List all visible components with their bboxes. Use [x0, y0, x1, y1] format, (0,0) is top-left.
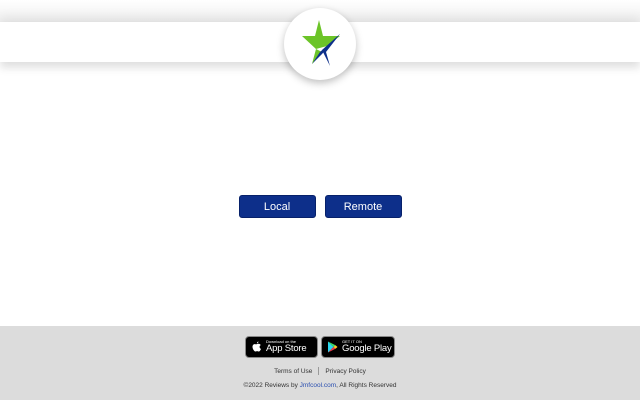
link-divider	[318, 367, 320, 375]
copyright: ©2022 Reviews by Jmfcool.com, All Rights…	[0, 382, 640, 389]
store-badges: Download on the App Store GET IT ON Goog…	[0, 336, 640, 358]
apple-icon	[252, 341, 261, 352]
copyright-suffix: , All Rights Reserved	[336, 382, 397, 389]
remote-button[interactable]: Remote	[324, 195, 402, 218]
local-button[interactable]: Local	[238, 195, 316, 218]
copyright-prefix: ©2022 Reviews by	[243, 382, 300, 389]
logo[interactable]	[284, 8, 356, 80]
footer: Download on the App Store GET IT ON Goog…	[0, 326, 640, 400]
google-play-icon	[328, 341, 338, 353]
google-play-big-text: Google Play	[342, 343, 392, 355]
terms-of-use-link[interactable]: Terms of Use	[274, 368, 312, 375]
mode-buttons: Local Remote	[0, 195, 640, 218]
app-store-big-text: App Store	[266, 343, 307, 355]
google-play-badge[interactable]: GET IT ON Google Play	[321, 336, 395, 358]
app-store-badge[interactable]: Download on the App Store	[245, 336, 318, 358]
footer-links: Terms of Use Privacy Policy	[0, 367, 640, 375]
privacy-policy-link[interactable]: Privacy Policy	[325, 368, 365, 375]
jmfcool-link[interactable]: Jmfcool.com	[300, 382, 336, 389]
star-logo-icon	[302, 20, 340, 66]
